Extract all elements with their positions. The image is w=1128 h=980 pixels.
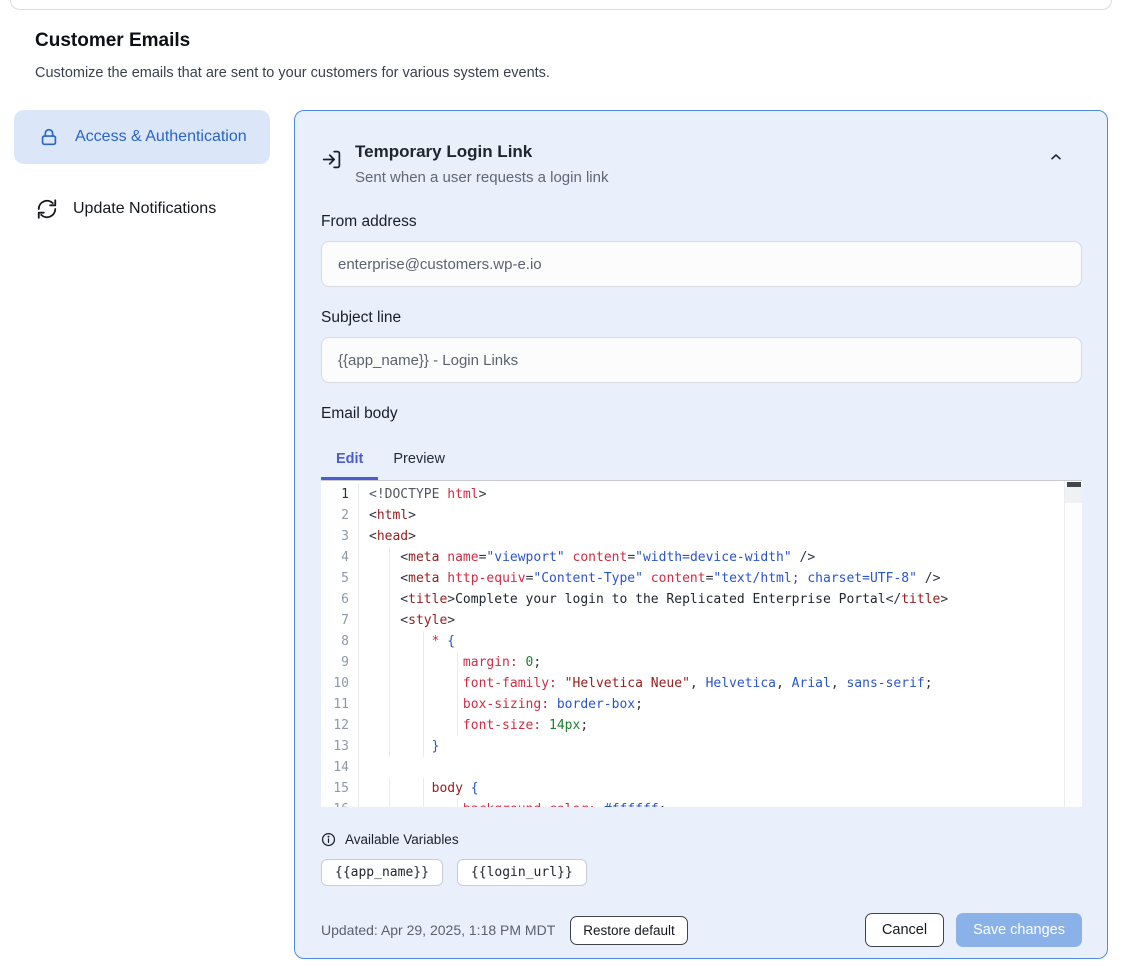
email-body-tabs: Edit Preview [321,441,1082,480]
available-variables-label: Available Variables [345,832,459,847]
indent-guide [423,652,424,673]
editor-scrollbar-shade [1065,487,1082,503]
indent-guide [389,694,390,715]
indent-guide [389,652,390,673]
code-line[interactable]: 10 font-family: "Helvetica Neue", Helvet… [321,673,1082,694]
email-body-label: Email body [321,405,1082,423]
code-lines: 1<!DOCTYPE html>2<html>3<head>4 <meta na… [321,481,1082,807]
line-number: 12 [321,715,359,736]
info-icon [321,832,336,847]
code-line[interactable]: 1<!DOCTYPE html> [321,484,1082,505]
editor-scrollbar-thumb[interactable] [1067,482,1081,487]
collapse-button[interactable] [1048,149,1064,165]
indent-guide [423,694,424,715]
tab-edit[interactable]: Edit [321,441,378,480]
from-address-input[interactable] [321,241,1082,287]
line-number: 13 [321,736,359,757]
sidebar-item-label: Access & Authentication [75,125,247,149]
indent-guide [389,589,390,610]
line-number: 11 [321,694,359,715]
code-line[interactable]: 12 font-size: 14px; [321,715,1082,736]
line-number: 1 [321,484,359,505]
indent-guide [423,736,424,757]
subject-line-input[interactable] [321,337,1082,383]
code-line[interactable]: 3<head> [321,526,1082,547]
indent-guide [423,631,424,652]
code-line[interactable]: 14 [321,757,1082,778]
updated-timestamp: Updated: Apr 29, 2025, 1:18 PM MDT [321,922,555,938]
code-editor[interactable]: 1<!DOCTYPE html>2<html>3<head>4 <meta na… [321,480,1082,807]
chevron-up-icon [1048,149,1064,165]
line-number: 9 [321,652,359,673]
page-title: Customer Emails [35,30,935,52]
code-line[interactable]: 2<html> [321,505,1082,526]
indent-guide [389,631,390,652]
page-header: Customer Emails Customize the emails tha… [35,30,935,81]
line-number: 7 [321,610,359,631]
indent-guide [457,673,458,694]
indent-guide [423,778,424,799]
panel-header: Temporary Login Link Sent when a user re… [321,139,1082,189]
code-line[interactable]: 8 * { [321,631,1082,652]
card-subtitle: Sent when a user requests a login link [355,167,608,189]
lock-icon [38,126,60,148]
indent-guide [423,799,424,807]
line-number: 2 [321,505,359,526]
subject-line-label: Subject line [321,309,1082,327]
code-line[interactable]: 13 } [321,736,1082,757]
login-icon [321,149,342,189]
email-types-sidebar: Access & Authentication Update Notificat… [14,110,270,237]
variable-chips: {{app_name}} {{login_url}} [321,859,1082,886]
indent-guide [457,799,458,807]
indent-guide [457,694,458,715]
from-address-label: From address [321,213,1082,231]
refresh-icon [36,198,58,220]
indent-guide [389,736,390,757]
indent-guide [389,610,390,631]
available-variables-row: Available Variables [321,832,1082,847]
sidebar-item-update-notifications[interactable]: Update Notifications [14,181,270,237]
variable-chip-app-name[interactable]: {{app_name}} [321,859,443,886]
code-line[interactable]: 11 box-sizing: border-box; [321,694,1082,715]
indent-guide [457,715,458,736]
tab-preview[interactable]: Preview [378,441,460,480]
code-line[interactable]: 15 body { [321,778,1082,799]
line-number: 16 [321,799,359,807]
indent-guide [423,673,424,694]
indent-guide [389,799,390,807]
page-subtitle: Customize the emails that are sent to yo… [35,65,935,81]
line-number: 3 [321,526,359,547]
code-line[interactable]: 4 <meta name="viewport" content="width=d… [321,547,1082,568]
panel-footer: Updated: Apr 29, 2025, 1:18 PM MDT Resto… [321,913,1082,947]
line-number: 6 [321,589,359,610]
editor-scrollbar-track[interactable] [1064,481,1082,807]
sidebar-item-label: Update Notifications [73,197,216,221]
code-line[interactable]: 16 background-color: #ffffff; [321,799,1082,807]
code-line[interactable]: 7 <style> [321,610,1082,631]
line-number: 14 [321,757,359,778]
indent-guide [423,715,424,736]
line-number: 8 [321,631,359,652]
restore-default-button[interactable]: Restore default [570,916,688,945]
line-number: 10 [321,673,359,694]
card-title: Temporary Login Link [355,139,608,164]
email-settings-panel: Temporary Login Link Sent when a user re… [294,110,1108,959]
line-number: 5 [321,568,359,589]
indent-guide [389,673,390,694]
indent-guide [389,715,390,736]
indent-guide [457,652,458,673]
code-line[interactable]: 9 margin: 0; [321,652,1082,673]
cancel-button[interactable]: Cancel [865,913,944,947]
top-cutoff-card [10,0,1112,10]
save-changes-button[interactable]: Save changes [956,913,1082,947]
indent-guide [389,547,390,568]
code-line[interactable]: 6 <title>Complete your login to the Repl… [321,589,1082,610]
variable-chip-login-url[interactable]: {{login_url}} [457,859,587,886]
code-line[interactable]: 5 <meta http-equiv="Content-Type" conten… [321,568,1082,589]
indent-guide [389,568,390,589]
line-number: 15 [321,778,359,799]
indent-guide [389,778,390,799]
sidebar-item-access-authentication[interactable]: Access & Authentication [14,110,270,164]
line-number: 4 [321,547,359,568]
